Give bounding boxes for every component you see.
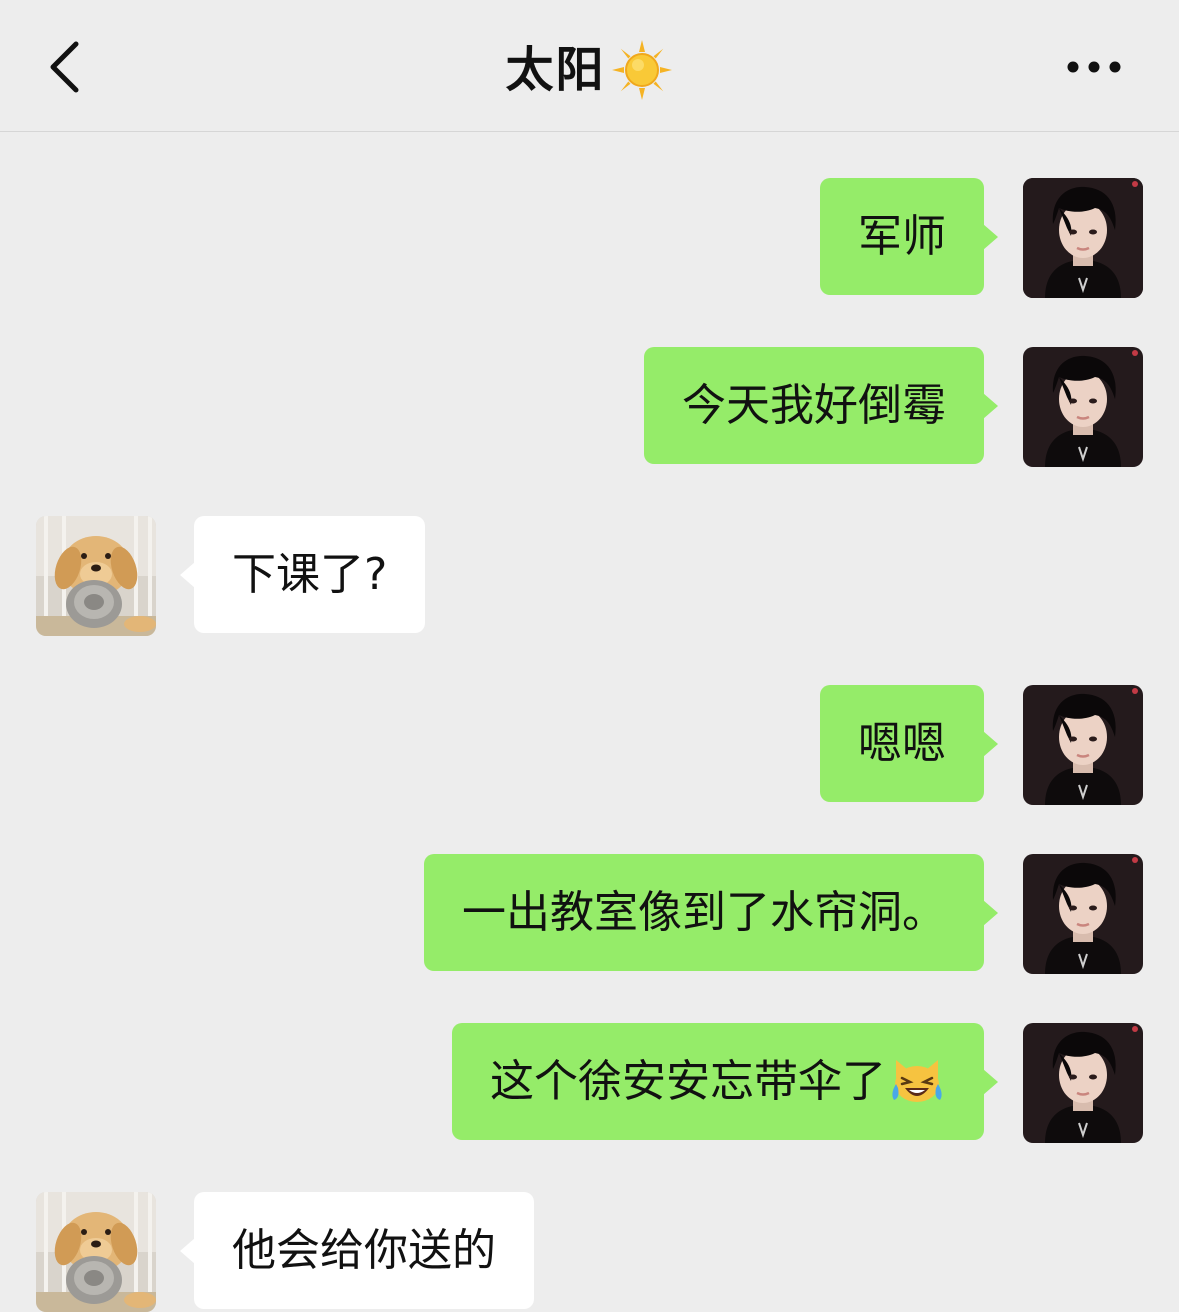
my-avatar[interactable]: [1023, 854, 1143, 974]
person-avatar-image: [1023, 854, 1143, 974]
bubble-tail: [983, 1069, 998, 1095]
bubble-tail: [983, 393, 998, 419]
my-avatar[interactable]: [1023, 178, 1143, 298]
message-text: 一出教室像到了水帘洞。: [462, 887, 946, 938]
message-text: 今天我好倒霉: [682, 380, 946, 431]
message-text: 这个徐安安忘带伞了: [490, 1056, 886, 1107]
bubble-tail: [983, 731, 998, 757]
contact-avatar[interactable]: [36, 1192, 156, 1312]
sun-emoji-icon: [611, 40, 672, 100]
bubble-tail: [983, 224, 998, 250]
outgoing-message-bubble[interactable]: 一出教室像到了水帘洞。: [424, 854, 998, 971]
chat-header: 太阳: [0, 0, 1179, 132]
message-text: 他会给你送的: [232, 1225, 496, 1276]
outgoing-message-bubble[interactable]: 今天我好倒霉: [644, 347, 998, 464]
incoming-message-bubble[interactable]: 他会给你送的: [180, 1192, 534, 1309]
dog-avatar-image: [36, 516, 156, 636]
person-avatar-image: [1023, 1023, 1143, 1143]
person-avatar-image: [1023, 347, 1143, 467]
chat-title: 太阳: [505, 42, 606, 98]
contact-avatar[interactable]: [36, 516, 156, 636]
more-options-button[interactable]: [1059, 40, 1139, 94]
my-avatar[interactable]: [1023, 347, 1143, 467]
outgoing-message-bubble[interactable]: 这个徐安安忘带伞了: [452, 1023, 998, 1140]
outgoing-message-bubble[interactable]: 军师: [820, 178, 998, 295]
bubble-tail: [180, 1238, 195, 1264]
bubble-tail: [180, 562, 195, 588]
bubble-tail: [983, 900, 998, 926]
outgoing-message-bubble[interactable]: 嗯嗯: [820, 685, 998, 802]
crying-laughing-cat-emoji-icon: [892, 1060, 942, 1102]
chat-title-area: 太阳: [0, 30, 1179, 110]
my-avatar[interactable]: [1023, 1023, 1143, 1143]
message-text: 军师: [858, 211, 946, 262]
person-avatar-image: [1023, 178, 1143, 298]
message-text: 下课了?: [232, 549, 388, 600]
dog-avatar-image: [36, 1192, 156, 1312]
my-avatar[interactable]: [1023, 685, 1143, 805]
more-dots-icon: [1067, 61, 1121, 73]
message-text: 嗯嗯: [858, 718, 946, 769]
person-avatar-image: [1023, 685, 1143, 805]
incoming-message-bubble[interactable]: 下课了?: [180, 516, 426, 633]
